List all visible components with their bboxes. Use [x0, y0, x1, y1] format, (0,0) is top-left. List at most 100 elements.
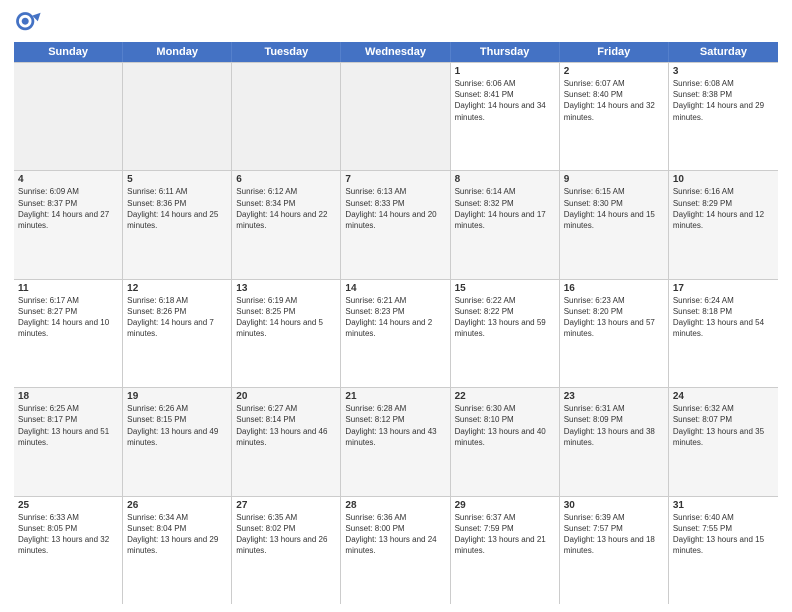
- calendar-header-cell: Friday: [560, 42, 669, 62]
- calendar-cell: 20Sunrise: 6:27 AM Sunset: 8:14 PM Dayli…: [232, 388, 341, 495]
- cell-text: Sunrise: 6:09 AM Sunset: 8:37 PM Dayligh…: [18, 186, 118, 231]
- calendar-row: 25Sunrise: 6:33 AM Sunset: 8:05 PM Dayli…: [14, 497, 778, 604]
- day-number: 28: [345, 500, 445, 511]
- calendar-cell: 1Sunrise: 6:06 AM Sunset: 8:41 PM Daylig…: [451, 63, 560, 170]
- day-number: 17: [673, 283, 774, 294]
- calendar-cell: 23Sunrise: 6:31 AM Sunset: 8:09 PM Dayli…: [560, 388, 669, 495]
- day-number: 1: [455, 66, 555, 77]
- cell-text: Sunrise: 6:06 AM Sunset: 8:41 PM Dayligh…: [455, 78, 555, 123]
- day-number: 23: [564, 391, 664, 402]
- day-number: 15: [455, 283, 555, 294]
- day-number: 21: [345, 391, 445, 402]
- calendar-cell: 25Sunrise: 6:33 AM Sunset: 8:05 PM Dayli…: [14, 497, 123, 604]
- day-number: 31: [673, 500, 774, 511]
- calendar: SundayMondayTuesdayWednesdayThursdayFrid…: [14, 42, 778, 604]
- calendar-cell: 11Sunrise: 6:17 AM Sunset: 8:27 PM Dayli…: [14, 280, 123, 387]
- page: SundayMondayTuesdayWednesdayThursdayFrid…: [0, 0, 792, 612]
- calendar-header-cell: Saturday: [669, 42, 778, 62]
- cell-text: Sunrise: 6:37 AM Sunset: 7:59 PM Dayligh…: [455, 512, 555, 557]
- calendar-cell: 3Sunrise: 6:08 AM Sunset: 8:38 PM Daylig…: [669, 63, 778, 170]
- cell-text: Sunrise: 6:24 AM Sunset: 8:18 PM Dayligh…: [673, 295, 774, 340]
- cell-text: Sunrise: 6:30 AM Sunset: 8:10 PM Dayligh…: [455, 403, 555, 448]
- calendar-cell: 27Sunrise: 6:35 AM Sunset: 8:02 PM Dayli…: [232, 497, 341, 604]
- day-number: 27: [236, 500, 336, 511]
- cell-text: Sunrise: 6:19 AM Sunset: 8:25 PM Dayligh…: [236, 295, 336, 340]
- cell-text: Sunrise: 6:13 AM Sunset: 8:33 PM Dayligh…: [345, 186, 445, 231]
- calendar-header-cell: Tuesday: [232, 42, 341, 62]
- logo: [14, 10, 46, 38]
- cell-text: Sunrise: 6:18 AM Sunset: 8:26 PM Dayligh…: [127, 295, 227, 340]
- calendar-header-cell: Sunday: [14, 42, 123, 62]
- calendar-cell: 7Sunrise: 6:13 AM Sunset: 8:33 PM Daylig…: [341, 171, 450, 278]
- calendar-row: 4Sunrise: 6:09 AM Sunset: 8:37 PM Daylig…: [14, 171, 778, 279]
- calendar-cell: 21Sunrise: 6:28 AM Sunset: 8:12 PM Dayli…: [341, 388, 450, 495]
- logo-icon: [14, 10, 42, 38]
- day-number: 19: [127, 391, 227, 402]
- calendar-cell: 2Sunrise: 6:07 AM Sunset: 8:40 PM Daylig…: [560, 63, 669, 170]
- day-number: 8: [455, 174, 555, 185]
- day-number: 14: [345, 283, 445, 294]
- cell-text: Sunrise: 6:34 AM Sunset: 8:04 PM Dayligh…: [127, 512, 227, 557]
- calendar-cell: [14, 63, 123, 170]
- cell-text: Sunrise: 6:17 AM Sunset: 8:27 PM Dayligh…: [18, 295, 118, 340]
- calendar-row: 18Sunrise: 6:25 AM Sunset: 8:17 PM Dayli…: [14, 388, 778, 496]
- calendar-cell: [232, 63, 341, 170]
- cell-text: Sunrise: 6:21 AM Sunset: 8:23 PM Dayligh…: [345, 295, 445, 340]
- day-number: 10: [673, 174, 774, 185]
- day-number: 7: [345, 174, 445, 185]
- calendar-cell: 5Sunrise: 6:11 AM Sunset: 8:36 PM Daylig…: [123, 171, 232, 278]
- cell-text: Sunrise: 6:36 AM Sunset: 8:00 PM Dayligh…: [345, 512, 445, 557]
- day-number: 24: [673, 391, 774, 402]
- cell-text: Sunrise: 6:35 AM Sunset: 8:02 PM Dayligh…: [236, 512, 336, 557]
- calendar-cell: 12Sunrise: 6:18 AM Sunset: 8:26 PM Dayli…: [123, 280, 232, 387]
- cell-text: Sunrise: 6:33 AM Sunset: 8:05 PM Dayligh…: [18, 512, 118, 557]
- cell-text: Sunrise: 6:39 AM Sunset: 7:57 PM Dayligh…: [564, 512, 664, 557]
- day-number: 12: [127, 283, 227, 294]
- calendar-cell: 19Sunrise: 6:26 AM Sunset: 8:15 PM Dayli…: [123, 388, 232, 495]
- calendar-cell: 17Sunrise: 6:24 AM Sunset: 8:18 PM Dayli…: [669, 280, 778, 387]
- day-number: 20: [236, 391, 336, 402]
- calendar-cell: 22Sunrise: 6:30 AM Sunset: 8:10 PM Dayli…: [451, 388, 560, 495]
- calendar-cell: 14Sunrise: 6:21 AM Sunset: 8:23 PM Dayli…: [341, 280, 450, 387]
- day-number: 11: [18, 283, 118, 294]
- day-number: 3: [673, 66, 774, 77]
- calendar-cell: 10Sunrise: 6:16 AM Sunset: 8:29 PM Dayli…: [669, 171, 778, 278]
- cell-text: Sunrise: 6:31 AM Sunset: 8:09 PM Dayligh…: [564, 403, 664, 448]
- cell-text: Sunrise: 6:12 AM Sunset: 8:34 PM Dayligh…: [236, 186, 336, 231]
- day-number: 25: [18, 500, 118, 511]
- cell-text: Sunrise: 6:28 AM Sunset: 8:12 PM Dayligh…: [345, 403, 445, 448]
- cell-text: Sunrise: 6:11 AM Sunset: 8:36 PM Dayligh…: [127, 186, 227, 231]
- calendar-body: 1Sunrise: 6:06 AM Sunset: 8:41 PM Daylig…: [14, 62, 778, 604]
- day-number: 29: [455, 500, 555, 511]
- day-number: 9: [564, 174, 664, 185]
- cell-text: Sunrise: 6:25 AM Sunset: 8:17 PM Dayligh…: [18, 403, 118, 448]
- day-number: 16: [564, 283, 664, 294]
- calendar-header: SundayMondayTuesdayWednesdayThursdayFrid…: [14, 42, 778, 62]
- calendar-cell: 8Sunrise: 6:14 AM Sunset: 8:32 PM Daylig…: [451, 171, 560, 278]
- calendar-cell: 6Sunrise: 6:12 AM Sunset: 8:34 PM Daylig…: [232, 171, 341, 278]
- cell-text: Sunrise: 6:22 AM Sunset: 8:22 PM Dayligh…: [455, 295, 555, 340]
- cell-text: Sunrise: 6:08 AM Sunset: 8:38 PM Dayligh…: [673, 78, 774, 123]
- calendar-cell: 13Sunrise: 6:19 AM Sunset: 8:25 PM Dayli…: [232, 280, 341, 387]
- header: [14, 10, 778, 38]
- cell-text: Sunrise: 6:07 AM Sunset: 8:40 PM Dayligh…: [564, 78, 664, 123]
- calendar-row: 1Sunrise: 6:06 AM Sunset: 8:41 PM Daylig…: [14, 63, 778, 171]
- cell-text: Sunrise: 6:40 AM Sunset: 7:55 PM Dayligh…: [673, 512, 774, 557]
- calendar-cell: 30Sunrise: 6:39 AM Sunset: 7:57 PM Dayli…: [560, 497, 669, 604]
- day-number: 6: [236, 174, 336, 185]
- day-number: 13: [236, 283, 336, 294]
- day-number: 18: [18, 391, 118, 402]
- cell-text: Sunrise: 6:23 AM Sunset: 8:20 PM Dayligh…: [564, 295, 664, 340]
- calendar-cell: 9Sunrise: 6:15 AM Sunset: 8:30 PM Daylig…: [560, 171, 669, 278]
- day-number: 2: [564, 66, 664, 77]
- calendar-cell: 4Sunrise: 6:09 AM Sunset: 8:37 PM Daylig…: [14, 171, 123, 278]
- calendar-header-cell: Thursday: [451, 42, 560, 62]
- calendar-cell: 26Sunrise: 6:34 AM Sunset: 8:04 PM Dayli…: [123, 497, 232, 604]
- calendar-cell: 16Sunrise: 6:23 AM Sunset: 8:20 PM Dayli…: [560, 280, 669, 387]
- calendar-header-cell: Monday: [123, 42, 232, 62]
- calendar-cell: 24Sunrise: 6:32 AM Sunset: 8:07 PM Dayli…: [669, 388, 778, 495]
- day-number: 4: [18, 174, 118, 185]
- calendar-cell: [341, 63, 450, 170]
- cell-text: Sunrise: 6:32 AM Sunset: 8:07 PM Dayligh…: [673, 403, 774, 448]
- cell-text: Sunrise: 6:26 AM Sunset: 8:15 PM Dayligh…: [127, 403, 227, 448]
